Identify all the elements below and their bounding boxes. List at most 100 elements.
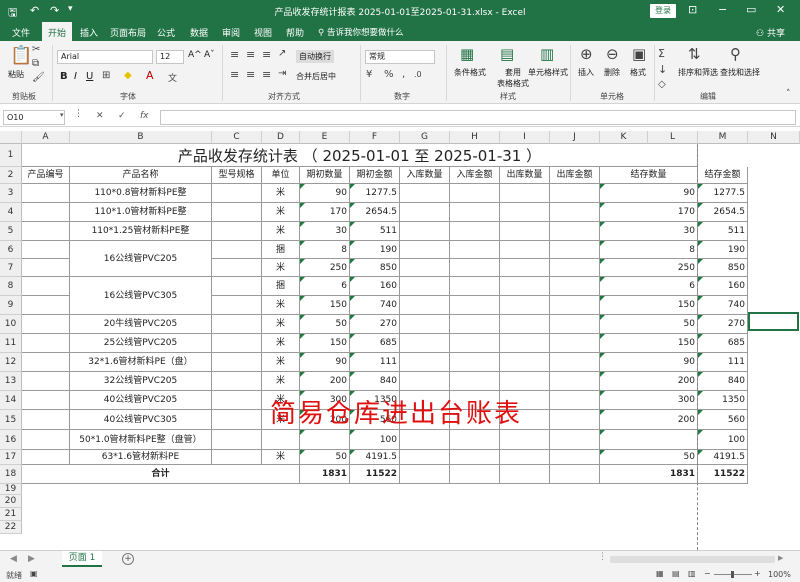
cell-open-qty[interactable]: 90 [300,353,350,372]
column-header-c[interactable]: C [212,131,262,144]
cell-total-bal-amt[interactable]: 11522 [698,465,748,484]
tab-home[interactable]: 开始 [42,22,73,41]
cell-unit[interactable]: 米 [262,450,300,465]
cell-product-name[interactable]: 32公线管PVC205 [70,372,212,391]
cell-unit[interactable]: 米 [262,203,300,222]
tab-view[interactable]: 视图 [254,26,272,39]
cell-product-name[interactable]: 63*1.6管材新料PE [70,450,212,465]
cell-empty[interactable] [450,450,500,465]
cell-empty[interactable] [500,450,550,465]
cell-bal-qty[interactable] [600,430,698,450]
cell-unit[interactable]: 捆 [262,277,300,296]
cell-bal-amt[interactable]: 2654.5 [698,203,748,222]
row-header-15[interactable]: 15 [0,410,22,430]
cell-empty[interactable] [450,430,500,450]
normal-view-icon[interactable]: ▦ [656,569,664,578]
restore-button[interactable]: ▭ [746,3,756,16]
cell-empty[interactable] [450,203,500,222]
cell-open-qty[interactable]: 8 [300,241,350,259]
font-size-select[interactable]: 12 [156,50,184,64]
cell-total-label[interactable]: 合计 [22,465,300,484]
cell-bal-qty[interactable]: 200 [600,410,698,430]
enter-icon[interactable]: ✓ [118,111,126,121]
cell-empty[interactable] [500,296,550,315]
cell-empty[interactable] [500,315,550,334]
cell-spec[interactable] [212,259,262,277]
cell-bal-qty[interactable]: 50 [600,450,698,465]
cell-open-amt[interactable]: 190 [350,241,400,259]
cell-spec[interactable] [212,430,262,450]
table-format-icon[interactable]: ▤ [500,45,514,63]
cell-bal-amt[interactable]: 111 [698,353,748,372]
cell-empty[interactable] [500,184,550,203]
row-header-2[interactable]: 2 [0,167,22,184]
worksheet-grid[interactable]: ABCDEFGHIJKLMNO1234567891011121314151617… [0,131,800,550]
cell-empty[interactable] [400,277,450,296]
cell-product-code[interactable] [22,296,70,315]
cell-unit[interactable]: 米 [262,353,300,372]
cell-open-qty[interactable] [300,430,350,450]
cell-unit[interactable]: 米 [262,372,300,391]
select-all-corner[interactable] [0,131,22,144]
column-header-e[interactable]: E [300,131,350,144]
header-10[interactable]: 结存数量 [600,167,698,184]
header-11[interactable]: 结存金额 [698,167,748,184]
cell-empty[interactable] [500,465,550,484]
cell-bal-amt[interactable]: 270 [698,315,748,334]
column-header-a[interactable]: A [22,131,70,144]
row-header-22[interactable]: 22 [0,521,22,534]
cell-product-code[interactable] [22,391,70,410]
cell-empty[interactable] [500,353,550,372]
cell-bal-amt[interactable]: 850 [698,259,748,277]
cell-empty[interactable] [550,391,600,410]
conditional-format-button[interactable]: 条件格式 [454,67,486,78]
italic-button[interactable]: I [74,71,77,82]
grow-font-icon[interactable]: A^ [188,50,202,60]
indent-icon[interactable]: ⇥ [278,68,286,79]
cell-product-code[interactable] [22,372,70,391]
cell-spec[interactable] [212,410,262,430]
fill-icon[interactable]: ↓ [658,63,667,76]
cancel-icon[interactable]: ✕ [96,111,104,121]
cell-open-amt[interactable]: 111 [350,353,400,372]
cell-empty[interactable] [400,334,450,353]
cut-icon[interactable]: ✂ [32,44,40,55]
header-5[interactable]: 期初金额 [350,167,400,184]
cell-total-bal-qty[interactable]: 1831 [600,465,698,484]
cell-spec[interactable] [212,334,262,353]
autosum-icon[interactable]: Σ [658,47,665,60]
cell-open-amt[interactable]: 4191.5 [350,450,400,465]
cell-unit[interactable]: 米 [262,184,300,203]
cell-bal-amt[interactable]: 190 [698,241,748,259]
shrink-font-icon[interactable]: Aˇ [204,50,215,60]
row-header-3[interactable]: 3 [0,184,22,203]
column-header-i[interactable]: I [500,131,550,144]
row-header-18[interactable]: 18 [0,465,22,484]
cell-empty[interactable] [500,259,550,277]
cell-empty[interactable] [450,259,500,277]
ribbon-display-icon[interactable]: ⊡ [688,3,697,16]
cell-empty[interactable] [550,372,600,391]
cell-bal-qty[interactable]: 170 [600,203,698,222]
formula-input[interactable] [160,110,796,125]
column-header-n[interactable]: N [748,131,800,144]
header-6[interactable]: 入库数量 [400,167,450,184]
format-cells-button[interactable]: 格式 [630,67,646,78]
cell-bal-amt[interactable]: 1277.5 [698,184,748,203]
cell-spec[interactable] [212,315,262,334]
row-header-11[interactable]: 11 [0,334,22,353]
cell-empty[interactable] [450,334,500,353]
page-layout-view-icon[interactable]: ▤ [672,569,680,578]
cell-product-code[interactable] [22,353,70,372]
cell-product-name[interactable]: 110*0.8管材新料PE整 [70,184,212,203]
row-header-7[interactable]: 7 [0,259,22,277]
cell-empty[interactable] [400,450,450,465]
cell-empty[interactable] [400,372,450,391]
cell-empty[interactable] [550,222,600,241]
share-button[interactable]: ⚇ 共享 [756,26,785,39]
header-4[interactable]: 期初数量 [300,167,350,184]
cell-empty[interactable] [400,465,450,484]
delete-cells-icon[interactable]: ⊖ [606,45,619,63]
cell-empty[interactable] [400,222,450,241]
sort-filter-button[interactable]: 排序和筛选 [678,67,718,78]
